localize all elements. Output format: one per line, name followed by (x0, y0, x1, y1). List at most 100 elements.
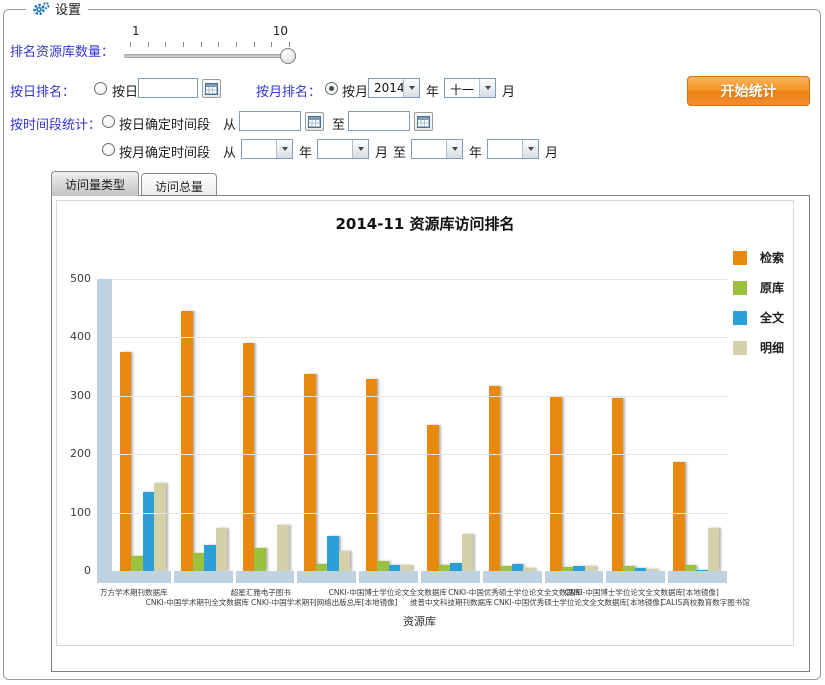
bar-原库 (254, 548, 266, 571)
tab-visit-total[interactable]: 访问总量 (141, 173, 217, 196)
chevron-down-icon[interactable] (403, 79, 419, 97)
slider-tick (201, 42, 202, 47)
from-label: 从 (223, 142, 236, 161)
monthly-rank-radio[interactable] (325, 82, 338, 95)
bar-group (481, 279, 543, 571)
bar-检索 (612, 398, 624, 571)
month-select[interactable]: 十一 (444, 78, 496, 98)
slider-tick (254, 42, 255, 47)
daily-date-input[interactable] (138, 78, 198, 98)
bar-检索 (427, 425, 439, 571)
year-unit-label: 年 (299, 142, 312, 161)
bar-原库 (193, 553, 205, 571)
period-from-calendar-button[interactable] (305, 112, 324, 131)
to-label: 至 (393, 142, 406, 161)
daily-rank-radio-label: 按日 (112, 81, 138, 100)
period-from-year-select[interactable] (241, 139, 293, 159)
month-unit-label: 月 (545, 142, 558, 161)
legend-item: 原库 (733, 279, 793, 296)
period-by-month-radio[interactable] (102, 143, 115, 156)
period-by-day-radio[interactable] (102, 115, 115, 128)
bar-groups (112, 279, 727, 571)
slider-ticks (130, 42, 290, 47)
period-by-day-radio-label: 按日确定时间段 (119, 114, 210, 133)
start-statistics-button[interactable]: 开始统计 (687, 76, 810, 106)
gridline (112, 279, 727, 280)
year-unit-label: 年 (426, 81, 439, 100)
slider-thumb[interactable] (280, 48, 296, 64)
legend-label: 明细 (760, 339, 784, 356)
month-unit-label: 月 (502, 81, 515, 100)
x-band-segment (112, 571, 171, 583)
x-axis-band (112, 571, 727, 583)
year-unit-label: 年 (469, 142, 482, 161)
chevron-down-icon[interactable] (276, 140, 292, 158)
x-category-label: 维普中文科技期刊数据库 (410, 597, 493, 608)
chevron-down-icon[interactable] (479, 79, 495, 97)
daily-rank-radio[interactable] (94, 82, 107, 95)
bar-检索 (181, 311, 193, 571)
period-from-month-select[interactable] (317, 139, 369, 159)
slider-track[interactable] (124, 54, 296, 58)
chevron-down-icon[interactable] (352, 140, 368, 158)
bar-全文 (204, 545, 216, 571)
daily-calendar-button[interactable] (202, 79, 221, 98)
legend-swatch (733, 251, 747, 265)
slider-tick (165, 42, 166, 47)
gridline (112, 337, 727, 338)
calendar-icon (417, 116, 430, 128)
bar-检索 (673, 462, 685, 571)
period-to-year-select[interactable] (411, 139, 463, 159)
gridline (112, 513, 727, 514)
bar-group (112, 279, 174, 571)
tab-content-panel: 2014-11 资源库访问排名 万方学术期刊数据库CNKI-中国学术期刊全文数据… (51, 195, 810, 672)
x-axis-title: 资源库 (112, 613, 727, 629)
y-tick-label: 300 (57, 389, 91, 402)
plot-area (112, 279, 727, 571)
y-tick-label: 200 (57, 447, 91, 460)
y-tick-label: 0 (57, 564, 91, 577)
period-to-calendar-button[interactable] (414, 112, 433, 131)
x-band-segment (236, 571, 295, 583)
bar-检索 (489, 386, 501, 571)
y-tick-label: 500 (57, 272, 91, 285)
slider-tick (148, 42, 149, 47)
bar-全文 (450, 563, 462, 571)
year-select[interactable]: 2014 (368, 78, 420, 98)
bar-检索 (550, 397, 562, 571)
monthly-rank-label: 按月排名： (256, 81, 321, 100)
bar-group (174, 279, 236, 571)
period-to-month-select[interactable] (487, 139, 539, 159)
bar-明细 (708, 528, 720, 571)
legend-label: 原库 (760, 279, 784, 296)
period-by-month-radio-label: 按月确定时间段 (119, 142, 210, 161)
tab-visit-type[interactable]: 访问量类型 (51, 171, 139, 196)
bar-检索 (243, 343, 255, 571)
x-category-label: CNKI-中国学术期刊网络出版总库[本地镜像] (251, 597, 398, 608)
y-tick-label: 100 (57, 506, 91, 519)
bar-group (358, 279, 420, 571)
legend-label: 全文 (760, 309, 784, 326)
rank-count-slider[interactable]: 1 10 (124, 24, 296, 70)
period-to-date-input[interactable] (348, 111, 410, 131)
legend-label: 检索 (760, 249, 784, 266)
x-band-segment (359, 571, 418, 583)
slider-tick (236, 42, 237, 47)
period-from-date-input[interactable] (239, 111, 301, 131)
year-select-value: 2014 (369, 79, 403, 97)
slider-max-label: 10 (273, 24, 288, 38)
slider-tick (289, 42, 290, 47)
x-band-segment (483, 571, 542, 583)
x-band-segment (297, 571, 356, 583)
chevron-down-icon[interactable] (522, 140, 538, 158)
gridline (112, 454, 727, 455)
from-label: 从 (223, 114, 236, 133)
bar-明细 (154, 483, 166, 571)
x-band-segment (668, 571, 727, 583)
x-category-label: CALIS高校教育数字图书馆 (661, 597, 750, 608)
bar-明细 (339, 551, 351, 571)
calendar-icon (308, 116, 321, 128)
bar-group (297, 279, 359, 571)
chevron-down-icon[interactable] (446, 140, 462, 158)
month-select-value: 十一 (445, 79, 479, 97)
